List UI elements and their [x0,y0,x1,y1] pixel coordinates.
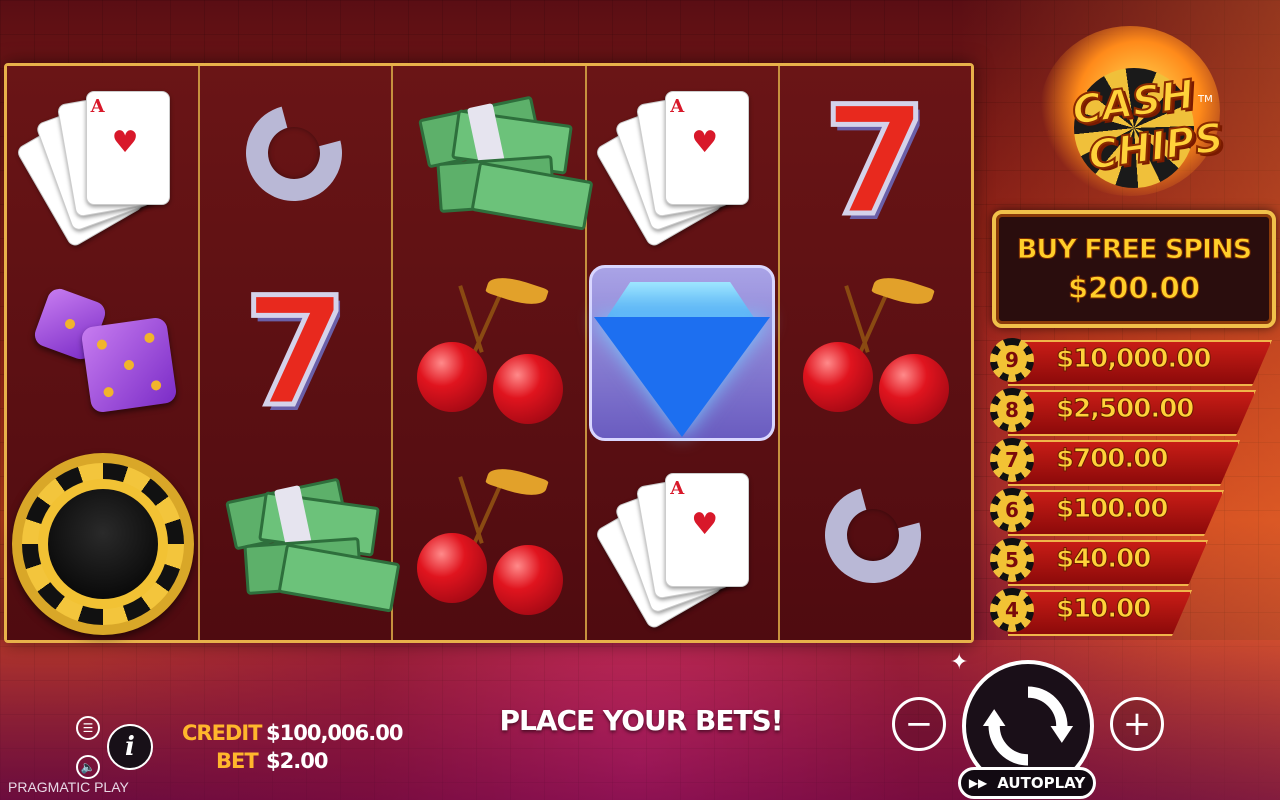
reel-2: 7 [200,66,401,640]
horseshoe-icon [807,469,939,609]
seven-icon: 7 [821,74,930,249]
chip-count-badge: 5 [990,538,1034,582]
bet-label: BET [216,749,259,773]
reel-cell: 7 [780,66,971,257]
menu-button[interactable]: ☰ [76,716,100,740]
cherry-icon [409,271,569,428]
paytable-amount: $100.00 [1055,494,1168,525]
reel-5: 7 [779,66,972,640]
paytable-amount: $2,500.00 [1055,394,1194,425]
chip-count-badge: 6 [990,488,1034,532]
reel-cell [200,449,401,640]
increase-bet-button[interactable]: + [1110,697,1164,751]
paytable-amount: $40.00 [1055,544,1151,575]
reel-cell [7,449,198,640]
cards-icon: A ♥ [594,87,757,249]
chip-count-badge: 8 [990,388,1034,432]
paytable-amount: $10.00 [1055,594,1151,625]
buy-free-spins-price: $200.00 [1067,270,1201,305]
reel-cell [393,257,584,448]
hamburger-icon: ☰ [82,721,94,735]
minus-icon: − [904,704,934,744]
paytable-amount: $10,000.00 [1055,344,1211,375]
paytable-amount: $700.00 [1055,444,1168,475]
credit-label: CREDIT [182,721,262,745]
status-message: PLACE YOUR BETS! [499,704,783,737]
money-icon [414,95,594,231]
game-logo: CASH CHIPS TM [1040,26,1227,196]
reels-grid: A ♥ 7 A ♥ A ♥ 7 [4,63,974,643]
info-icon: i [125,732,135,762]
reel-cell [393,66,594,257]
logo-trademark: TM [1198,94,1213,105]
cards-icon: A ♥ [14,87,178,249]
chip-icon [11,453,194,636]
refresh-icon [982,686,1074,766]
autoplay-button[interactable]: ▶▶ AUTOPLAY [958,767,1096,799]
horseshoe-icon [228,87,360,227]
bet-value: $2.00 [266,749,328,773]
info-button[interactable]: i [107,724,153,770]
buy-free-spins-button[interactable]: BUY FREE SPINS $200.00 [992,210,1276,328]
money-icon [221,477,401,614]
reel-cell [780,257,971,448]
buy-free-spins-label: BUY FREE SPINS [1016,233,1252,265]
reel-cell: A ♥ [7,66,198,257]
reel-cell [7,257,198,448]
cherry-icon [409,462,569,619]
chip-count-badge: 9 [990,338,1034,382]
reel-3 [393,66,594,640]
reel-cell [780,449,971,640]
reel-cell: A ♥ [587,66,778,257]
reel-cell [393,449,584,640]
decrease-bet-button[interactable]: − [892,697,946,751]
cards-icon: A ♥ [594,469,757,631]
seven-icon: 7 [241,265,350,440]
plus-icon: + [1122,704,1152,744]
chip-count-badge: 7 [990,438,1034,482]
reel-cell [200,66,391,257]
reel-1: A ♥ [7,66,201,640]
diamond-icon [589,264,776,441]
reel-cell [587,257,778,448]
reel-cell: A ♥ [587,449,778,640]
autoplay-label: AUTOPLAY [997,774,1086,792]
cherry-icon [795,271,955,428]
credit-value: $100,006.00 [266,721,403,745]
chip-count-badge: 4 [990,588,1034,632]
speaker-icon: 🔈 [80,760,96,774]
brand-label: PRAGMATIC PLAY [8,779,129,795]
reel-4: A ♥ A ♥ [586,66,780,640]
sparkle-icon: ✦ [950,650,969,675]
fast-forward-icon: ▶▶ [968,776,988,790]
dice-icon [28,285,178,418]
reel-cell: 7 [200,257,391,448]
sound-button[interactable]: 🔈 [76,755,100,779]
